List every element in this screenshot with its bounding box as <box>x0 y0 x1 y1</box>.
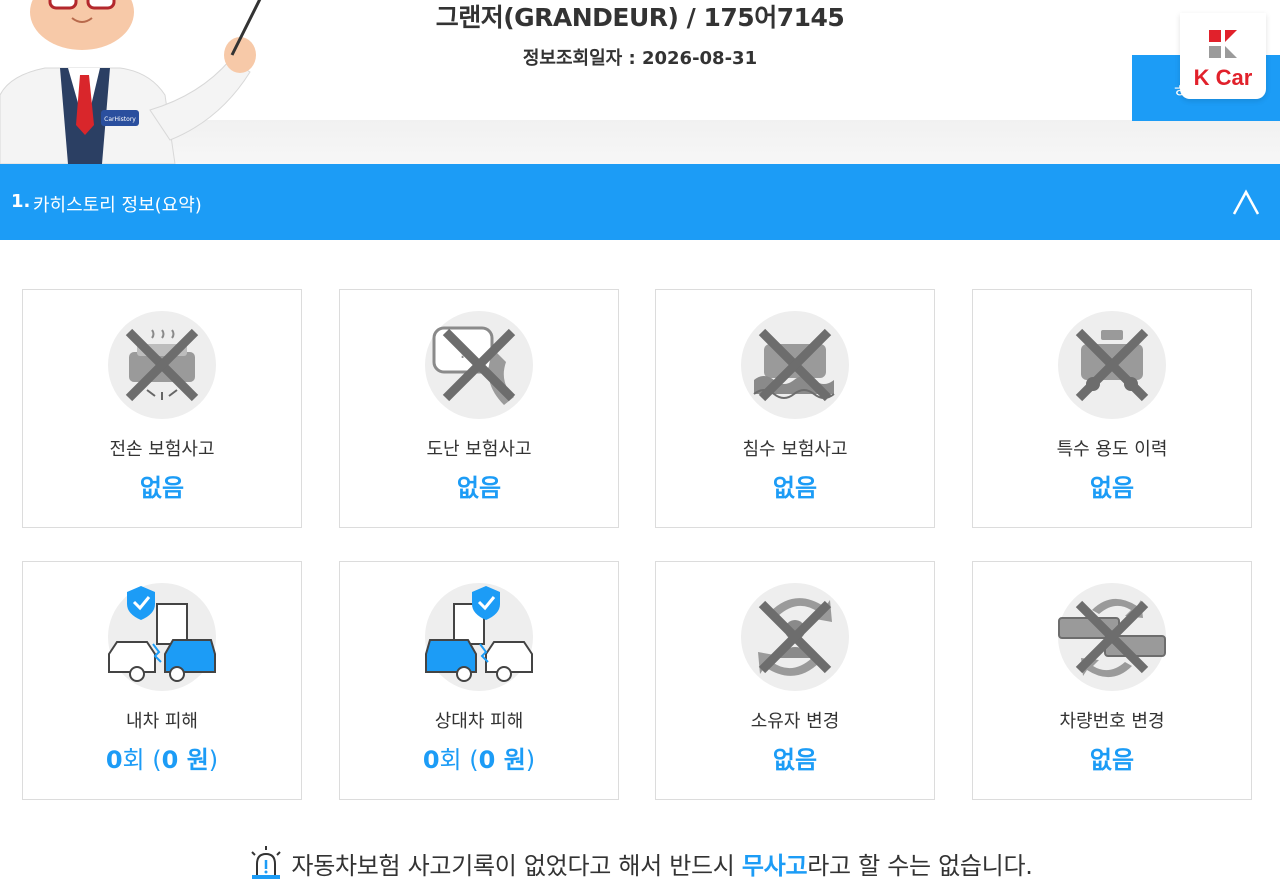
card-value: 없음 <box>772 474 818 502</box>
total-loss-icon <box>108 311 216 419</box>
card-label: 소유자 변경 <box>750 711 840 732</box>
lookup-date-line: 정보조회일자 : 2026-08-31 <box>0 44 1280 70</box>
damage-amount-close: ) <box>525 746 536 774</box>
flood-icon <box>741 311 849 419</box>
notice-highlight: 무사고 <box>741 852 808 880</box>
card-value: 없음 <box>1089 746 1135 774</box>
damage-count-unit: 회 <box>122 746 145 774</box>
my-car-damage-icon <box>108 583 216 691</box>
report-header: CarHistory 그랜저(GRANDEUR) / 175어7145 정보조회… <box>0 0 1280 164</box>
summary-card-special-use: 특수 용도 이력 없음 <box>972 289 1252 528</box>
damage-count: 0 <box>105 746 123 774</box>
section-number: 1. <box>11 191 31 212</box>
damage-amount-close: ) <box>208 746 219 774</box>
section-title: 카히스토리 정보(요약) <box>33 195 202 216</box>
summary-card-total-loss: 전손 보험사고 없음 <box>22 289 302 528</box>
damage-count: 0 <box>422 746 440 774</box>
kcar-logo[interactable]: K Car <box>1180 13 1266 99</box>
summary-card-theft: ? 도난 보험사고 없음 <box>339 289 619 528</box>
card-value: 없음 <box>1089 474 1135 502</box>
summary-card-flood: 침수 보험사고 없음 <box>655 289 935 528</box>
notice-text-before: 자동차보험 사고기록이 없었다고 해서 반드시 <box>291 852 742 880</box>
summary-card-plate-change: 차량번호 변경 없음 <box>972 561 1252 800</box>
notice-text-after: 라고 할 수는 없습니다. <box>807 852 1033 880</box>
owner-change-icon <box>741 583 849 691</box>
damage-amount: 0 <box>478 746 496 774</box>
accident-notice: 자동차보험 사고기록이 없었다고 해서 반드시 무사고라고 할 수는 없습니다. <box>0 846 1280 881</box>
card-label: 전손 보험사고 <box>109 439 215 460</box>
summary-card-other-car-damage: 상대차 피해 0회 (0 원) <box>339 561 619 800</box>
lookup-date-label: 정보조회일자 : <box>522 48 642 69</box>
damage-amount-open: ( <box>461 746 479 774</box>
damage-amount-open: ( <box>144 746 162 774</box>
card-label: 도난 보험사고 <box>426 439 532 460</box>
damage-amount-unit: 원 <box>178 746 209 774</box>
card-value: 0회 (0 원) <box>340 740 618 775</box>
chevron-up-icon[interactable] <box>1230 186 1262 218</box>
mascot-badge: CarHistory <box>104 116 136 123</box>
damage-count-unit: 회 <box>439 746 462 774</box>
summary-card-owner-change: 소유자 변경 없음 <box>655 561 935 800</box>
lookup-date-value: 2026-08-31 <box>641 48 758 69</box>
card-label: 차량번호 변경 <box>1059 711 1165 732</box>
damage-amount: 0 <box>161 746 179 774</box>
card-label: 특수 용도 이력 <box>1056 439 1168 460</box>
card-value: 없음 <box>139 474 185 502</box>
card-value: 없음 <box>456 474 502 502</box>
card-value: 0회 (0 원) <box>23 740 301 775</box>
other-car-damage-icon <box>425 583 533 691</box>
card-label: 침수 보험사고 <box>742 439 848 460</box>
kcar-logo-text: K Car <box>1193 65 1253 90</box>
damage-amount-unit: 원 <box>495 746 526 774</box>
theft-icon: ? <box>425 311 533 419</box>
card-label: 상대차 피해 <box>434 711 524 732</box>
section-header-bar[interactable]: 1. 카히스토리 정보(요약) <box>0 164 1280 240</box>
special-use-icon <box>1058 311 1166 419</box>
vehicle-title: 그랜저(GRANDEUR) / 175어7145 <box>435 3 845 32</box>
plate-change-icon <box>1058 583 1166 691</box>
kcar-mark-icon <box>1209 30 1237 58</box>
siren-icon <box>251 846 282 879</box>
summary-card-my-car-damage: 내차 피해 0회 (0 원) <box>22 561 302 800</box>
card-value: 없음 <box>772 746 818 774</box>
card-label: 내차 피해 <box>126 711 198 732</box>
